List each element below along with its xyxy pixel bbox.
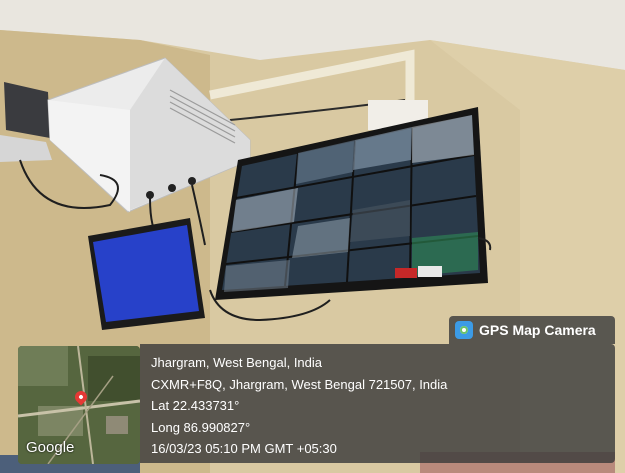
location-title: Jhargram, West Bengal, India: [151, 355, 323, 370]
location-timestamp: 16/03/23 05:10 PM GMT +05:30: [151, 441, 337, 457]
location-address: CXMR+F8Q, Jhargram, West Bengal 721507, …: [151, 376, 448, 392]
gps-camera-logo-icon: [455, 321, 473, 339]
location-longitude: Long 86.990827°: [151, 419, 251, 435]
location-latitude: Lat 22.433731°: [151, 398, 240, 414]
gps-camera-brand-badge: GPS Map Camera: [449, 316, 615, 344]
location-info-panel: Jhargram, West Bengal, India CXMR+F8Q, J…: [140, 344, 615, 463]
google-watermark: Google: [26, 439, 75, 456]
brand-label: GPS Map Camera: [479, 322, 596, 338]
mini-map-thumbnail: Google: [18, 346, 140, 464]
